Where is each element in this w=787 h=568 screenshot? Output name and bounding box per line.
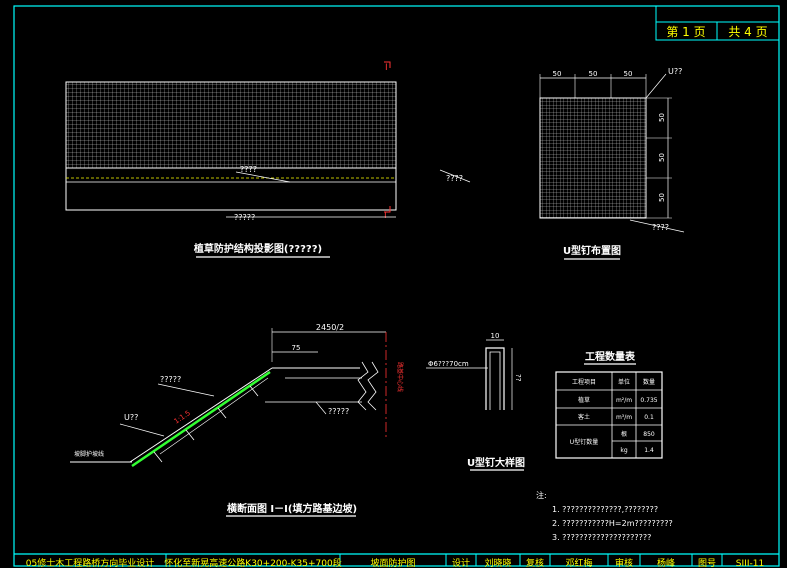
- qt-row2-item: 客土: [578, 413, 590, 421]
- plan-label-right: ????: [446, 174, 463, 183]
- title-block: 05修士木工程路桥方向毕业设计 怀化至新晃高速公路K30+200-K35+700…: [14, 553, 779, 568]
- tb-review-label: 复核: [526, 557, 544, 568]
- u-dim-top-1: 50: [553, 70, 562, 78]
- plan-view: I I ???? ???? ????? 植草防护结构投影图(?????): [65, 61, 471, 258]
- qt-row2-unit: m³/m: [616, 414, 632, 421]
- quantity-table-title: 工程数量表: [585, 350, 636, 363]
- plan-grass-grid: [65, 81, 397, 169]
- note-1: 1. ??????????????,????????: [552, 505, 658, 514]
- tb-design-label: 设计: [452, 557, 470, 568]
- qt-row4-qty: 1.4: [644, 447, 654, 454]
- quantity-table: 工程数量表 工程项目 单位 数量 植草 m²/m 0.735 客土 m³/m 0…: [555, 350, 663, 459]
- note-3: 3. ?????????????????????: [552, 533, 651, 542]
- qt-row3-item: U型钉数量: [570, 438, 598, 446]
- plan-title: 植草防护结构投影图(?????): [193, 242, 322, 255]
- u-nail-shape: [485, 347, 505, 410]
- cad-drawing: 第 1 页 共 4 页 I I ???? ???? ????? 植草防护结构投影…: [13, 5, 780, 568]
- u-detail-diameter: Φ6???70cm: [428, 360, 469, 368]
- tb-drawing-name: 坡面防护图: [370, 557, 415, 568]
- u-dim-right-1: 50: [658, 113, 666, 122]
- section-grass-label: ?????: [160, 375, 181, 384]
- page-current-label: 第 1 页: [666, 25, 705, 39]
- section-dim-small: 75: [292, 344, 301, 352]
- u-dim-top-2: 50: [589, 70, 598, 78]
- page-total-label: 共 4 页: [728, 25, 767, 39]
- plan-label-bottom: ?????: [234, 213, 255, 222]
- u-dim-right-3: 50: [658, 193, 666, 202]
- qt-row4-unit: kg: [620, 447, 627, 454]
- page-counter: 第 1 页 共 4 页: [655, 5, 780, 41]
- plan-road-strip: [65, 167, 397, 211]
- u-nail-detail-view: 10 ?? Φ6???70cm U型钉大样图: [426, 332, 525, 471]
- plan-label-top: ????: [240, 165, 257, 174]
- tb-project: 05修士木工程路桥方向毕业设计: [26, 557, 154, 568]
- note-2: 2. ???????????H=2m?????????: [552, 519, 673, 528]
- tb-check-name: 杨峰: [657, 557, 675, 568]
- section-u-label: U??: [124, 413, 138, 422]
- section-title: 横断面图 I－I(填方路基边坡): [227, 502, 357, 515]
- u-dim-top-3: 50: [624, 70, 633, 78]
- qt-row2-qty: 0.1: [644, 414, 654, 421]
- qt-row1-unit: m²/m: [616, 397, 632, 404]
- tb-fig-no: SIII-11: [736, 559, 764, 568]
- tb-fig-label: 图号: [698, 558, 716, 568]
- u-nail-layout-view: 50 50 50 50 50 50 U?? ???? U型钉布置图: [539, 67, 685, 260]
- notes: 注: 1. ??????????????,???????? 2. ???????…: [536, 490, 673, 542]
- u-detail-title: U型钉大样图: [467, 456, 525, 469]
- qt-header-item: 工程项目: [572, 378, 596, 386]
- qt-header-qty: 数量: [643, 378, 655, 386]
- u-dim-right-2: 50: [658, 153, 666, 162]
- qt-row3-unit: 根: [621, 430, 627, 438]
- section-road-label: ?????: [328, 407, 349, 416]
- notes-heading: 注:: [536, 490, 547, 500]
- tb-design-name: 刘晓晓: [484, 557, 511, 568]
- tb-review-name: 邓红梅: [565, 557, 592, 568]
- cross-section-view: 2450/2 75 路基中心线 坡脚护坡线 ????? U?? 1:1.5 ??…: [70, 323, 404, 517]
- qt-header-unit: 单位: [618, 378, 630, 386]
- qt-row1-item: 植草: [578, 396, 590, 404]
- u-label-u: U??: [668, 67, 682, 76]
- slope-grass-layer: [131, 370, 271, 468]
- section-center-label: 路基中心线: [396, 362, 404, 392]
- u-layout-title: U型钉布置图: [563, 244, 621, 257]
- tb-check-label: 审核: [615, 557, 633, 568]
- tb-section: 怀化至新晃高速公路K30+200-K35+700段: [164, 557, 341, 568]
- u-nail-grid: [539, 97, 647, 219]
- section-mark-top: I: [385, 63, 388, 73]
- section-dim-top: 2450/2: [316, 323, 344, 332]
- qt-row3-qty: 850: [643, 431, 655, 438]
- section-mark-bottom: I: [384, 211, 387, 221]
- slope-line: [129, 367, 273, 463]
- u-detail-length: ??: [514, 374, 522, 382]
- section-toe-label: 坡脚护坡线: [74, 450, 104, 458]
- qt-row1-qty: 0.735: [640, 397, 657, 404]
- u-label-bottom: ????: [652, 223, 669, 232]
- u-detail-width: 10: [491, 332, 500, 340]
